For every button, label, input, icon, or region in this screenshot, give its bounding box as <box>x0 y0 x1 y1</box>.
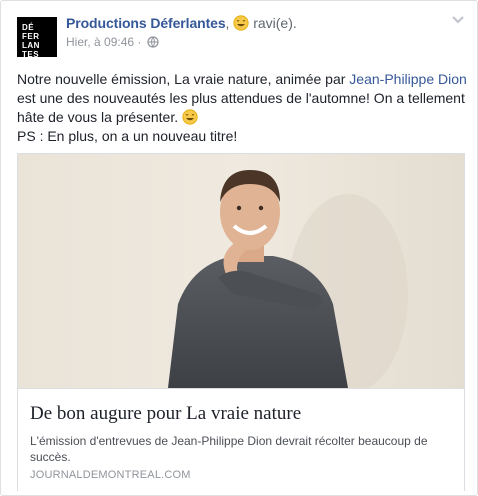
link-preview-image[interactable] <box>18 154 464 388</box>
post-subline: Hier, à 09:46 · <box>66 35 297 49</box>
mention-link[interactable]: Jean-Philippe Dion <box>349 71 467 87</box>
post-meta: Productions Déferlantes, ravi(e). Hier, … <box>66 15 297 49</box>
page-avatar[interactable]: DÉ FER LAN TES <box>17 17 57 59</box>
avatar-text: LAN <box>22 41 40 50</box>
post-body-text: est une des nouveautés les plus attendue… <box>17 90 465 125</box>
avatar-text: DÉ <box>22 23 35 32</box>
link-preview-card[interactable]: De bon augure pour La vraie nature L'émi… <box>17 153 465 491</box>
separator-dot: · <box>137 35 142 49</box>
grinning-emoji-icon <box>182 109 198 125</box>
post-body-ps: PS : En plus, on a un nouveau titre! <box>17 128 238 144</box>
chevron-down-icon[interactable] <box>451 15 465 25</box>
globe-icon[interactable] <box>147 36 159 48</box>
facebook-post: DÉ FER LAN TES Productions Déferlantes, … <box>0 0 478 496</box>
avatar-text: FER <box>22 32 40 41</box>
link-description: L'émission d'entrevues de Jean-Philippe … <box>30 434 428 464</box>
post-body-text: Notre nouvelle émission, La vraie nature… <box>17 71 350 87</box>
post-timestamp[interactable]: Hier, à 09:46 <box>66 35 134 49</box>
host-photo-illustration <box>18 154 464 388</box>
grinning-emoji-icon <box>233 15 249 31</box>
link-preview-caption[interactable]: De bon augure pour La vraie nature L'émi… <box>18 388 464 491</box>
avatar-text: TES <box>22 50 40 59</box>
link-source-domain: JOURNALDEMONTREAL.COM <box>30 469 191 481</box>
feeling-text: , ravi(e). <box>225 15 297 31</box>
post-body: Notre nouvelle émission, La vraie nature… <box>17 70 467 146</box>
feeling-label: ravi(e). <box>253 15 297 31</box>
link-title[interactable]: De bon augure pour La vraie nature <box>30 403 301 425</box>
page-name-link[interactable]: Productions Déferlantes <box>66 15 226 31</box>
